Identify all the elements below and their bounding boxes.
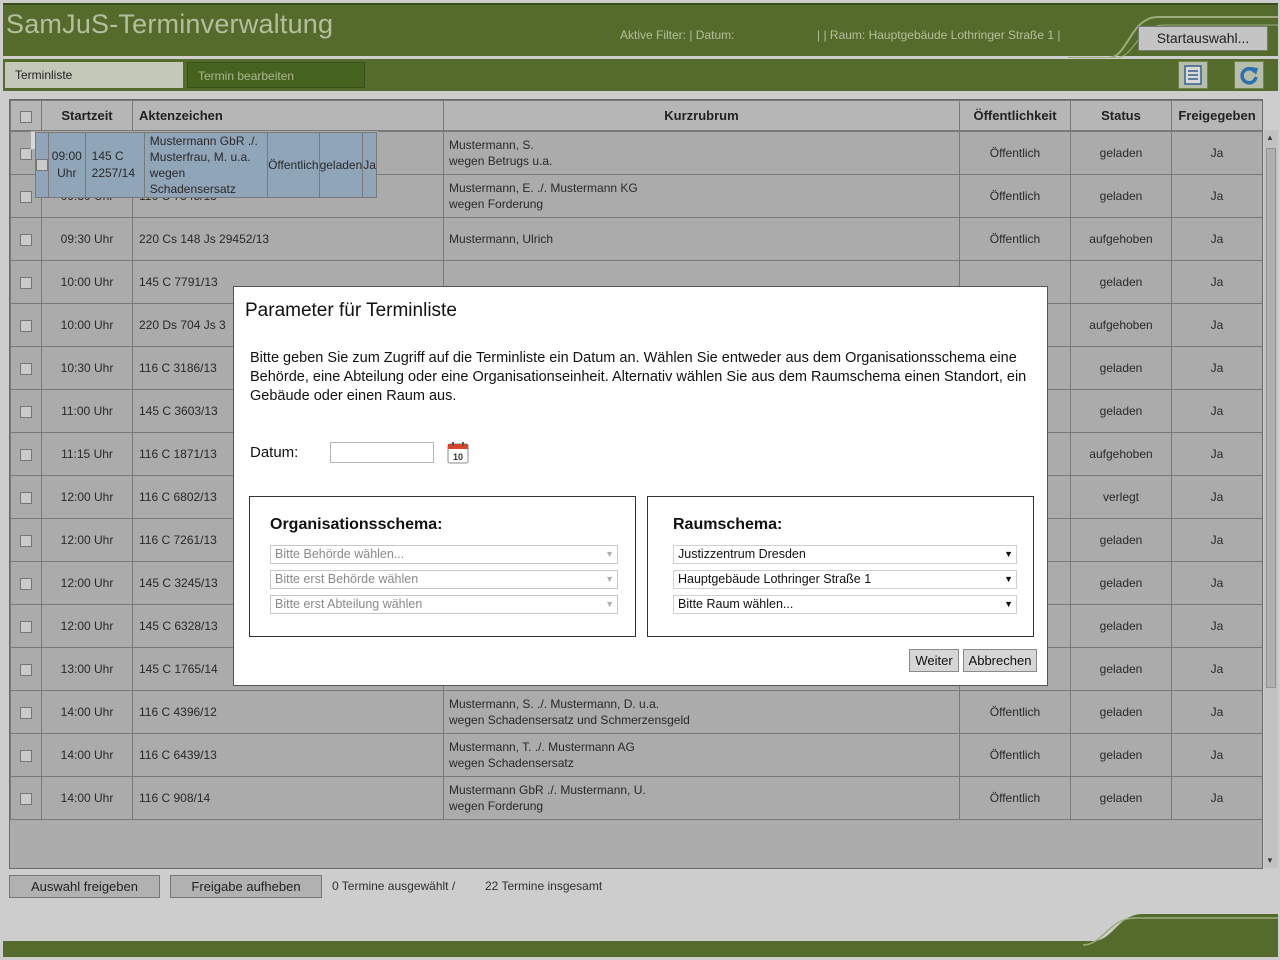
- cancel-button[interactable]: Abbrechen: [963, 649, 1037, 672]
- next-button[interactable]: Weiter: [909, 649, 959, 672]
- svg-text:10: 10: [453, 452, 463, 462]
- chevron-down-icon: ▼: [605, 599, 614, 609]
- authority-select[interactable]: Bitte Behörde wählen... ▼: [270, 545, 618, 564]
- dialog-title: Parameter für Terminliste: [245, 300, 457, 321]
- building-select[interactable]: Hauptgebäude Lothringer Straße 1 ▼: [673, 570, 1017, 589]
- department-select-value: Bitte erst Behörde wählen: [275, 572, 419, 586]
- chevron-down-icon: ▼: [1004, 574, 1013, 584]
- dialog-intro-text: Bitte geben Sie zum Zugriff auf die Term…: [250, 350, 1027, 404]
- date-input[interactable]: [330, 442, 434, 463]
- building-select-value: Hauptgebäude Lothringer Straße 1: [678, 572, 872, 586]
- authority-select-value: Bitte Behörde wählen...: [275, 547, 405, 561]
- chevron-down-icon: ▼: [605, 549, 614, 559]
- organization-schema-title: Organisationsschema:: [270, 516, 443, 533]
- room-select[interactable]: Bitte Raum wählen... ▼: [673, 595, 1017, 614]
- organization-schema-box: Organisationsschema: Bitte Behörde wähle…: [249, 496, 636, 637]
- chevron-down-icon: ▼: [1004, 599, 1013, 609]
- room-schema-box: Raumschema: Justizzentrum Dresden ▼ Haup…: [647, 496, 1034, 637]
- chevron-down-icon: ▼: [605, 574, 614, 584]
- location-select-value: Justizzentrum Dresden: [678, 547, 806, 561]
- room-schema-title: Raumschema:: [673, 516, 783, 533]
- location-select[interactable]: Justizzentrum Dresden ▼: [673, 545, 1017, 564]
- date-label: Datum:: [250, 444, 299, 461]
- chevron-down-icon: ▼: [1004, 549, 1013, 559]
- org-unit-select[interactable]: Bitte erst Abteilung wählen ▼: [270, 595, 618, 614]
- room-select-value: Bitte Raum wählen...: [678, 597, 794, 611]
- org-unit-select-value: Bitte erst Abteilung wählen: [275, 597, 423, 611]
- calendar-icon[interactable]: 10: [447, 442, 469, 464]
- parameter-dialog: Parameter für Terminliste Bitte geben Si…: [233, 286, 1048, 686]
- department-select[interactable]: Bitte erst Behörde wählen ▼: [270, 570, 618, 589]
